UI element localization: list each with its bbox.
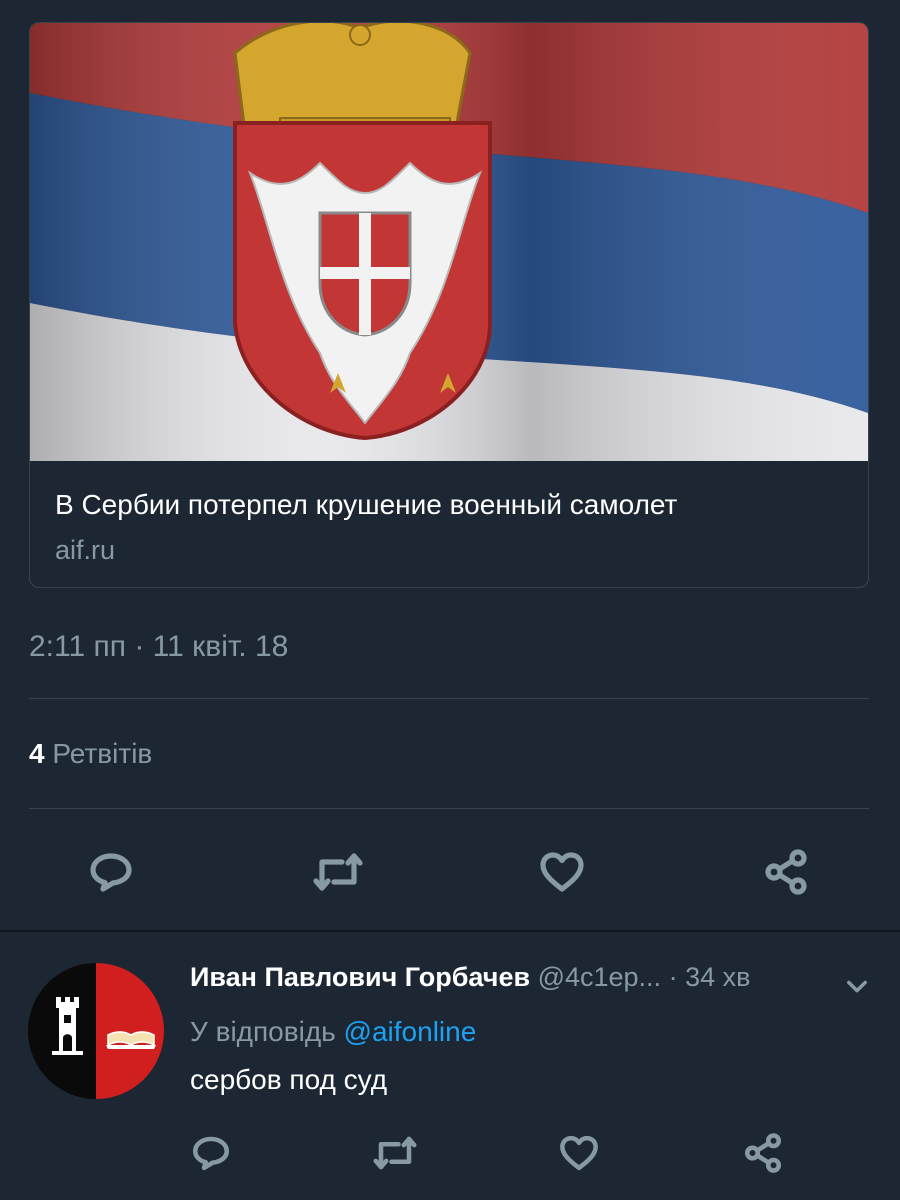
avatar[interactable] xyxy=(28,963,164,1099)
retweet-icon xyxy=(373,1136,417,1170)
like-icon xyxy=(560,1135,598,1171)
card-domain: aif.ru xyxy=(55,535,116,565)
reply-reply-button[interactable] xyxy=(188,1130,234,1176)
share-button[interactable] xyxy=(760,846,812,898)
retweet-label: Ретвітів xyxy=(52,738,153,769)
share-icon xyxy=(744,1133,782,1173)
divider xyxy=(29,698,869,699)
reply-like-button[interactable] xyxy=(556,1130,602,1176)
like-button[interactable] xyxy=(536,846,588,898)
chevron-down-icon xyxy=(847,980,867,993)
reply-button[interactable] xyxy=(85,846,137,898)
reply-mention-link[interactable]: @aifonline xyxy=(344,1016,477,1047)
reply-text: сербов под суд xyxy=(190,1064,388,1095)
divider xyxy=(29,808,869,809)
reply-icon xyxy=(192,1136,230,1171)
tweet-timestamp[interactable]: 2:11 пп · 11 квіт. 18 xyxy=(29,630,288,664)
reply-context: У відповідь @aifonline xyxy=(190,1016,476,1048)
avatar-emblem xyxy=(28,963,164,1099)
tweet-options-button[interactable] xyxy=(843,972,871,1005)
card-title: В Сербии потерпел крушение военный самол… xyxy=(55,489,678,520)
reply-author-name[interactable]: Иван Павлович Горбачев xyxy=(190,962,530,992)
retweet-button[interactable] xyxy=(310,846,366,898)
like-icon xyxy=(540,852,584,892)
retweet-icon xyxy=(313,853,363,891)
retweet-count: 4 xyxy=(29,738,45,769)
reply-time[interactable]: · 34 хв xyxy=(669,962,751,992)
reply-prefix: У відповідь xyxy=(190,1016,336,1047)
reply-share-button[interactable] xyxy=(740,1130,786,1176)
link-preview-card[interactable]: В Сербии потерпел крушение военный самол… xyxy=(29,22,869,588)
reply-icon xyxy=(90,853,132,892)
reply-retweet-button[interactable] xyxy=(370,1130,420,1176)
card-image-serbian-flag xyxy=(30,23,868,461)
retweet-stats[interactable]: 4 Ретвітів xyxy=(29,738,152,770)
reply-header: Иван Павлович Горбачев @4c1ep... · 34 хв xyxy=(190,962,750,993)
share-icon xyxy=(765,849,807,895)
reply-author-handle[interactable]: @4c1ep... xyxy=(538,962,661,992)
section-separator xyxy=(0,930,900,932)
